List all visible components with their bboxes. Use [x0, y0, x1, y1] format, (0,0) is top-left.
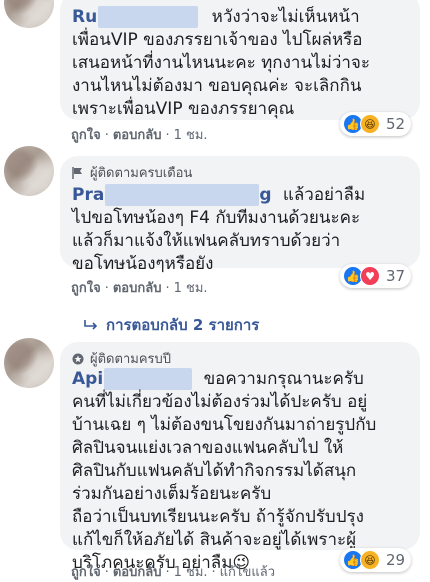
member-badge: ผู้ติดตามครบปี [72, 348, 171, 369]
reaction-count: 52 [386, 115, 406, 133]
comment-text: Pra g แล้วอย่าลืม ไปขอโทษน้องๆ F4 กับทีมง… [72, 184, 365, 276]
commenter-name[interactable]: Api [72, 369, 103, 389]
reply-link[interactable]: ตอบกลับ [113, 281, 162, 296]
comment-line: แล้วก็มาแจ้งให้แฟนคลับทราบด้วยว่า [72, 231, 341, 251]
like-link[interactable]: ถูกใจ [71, 565, 101, 580]
timestamp[interactable]: 1 ชม. [174, 128, 208, 143]
reaction-count: 37 [386, 267, 406, 285]
comment-text: Api ขอความกรุณานะครับ คนที่ไม่เกี่ยวข้อง… [72, 368, 376, 575]
reaction-summary[interactable]: 👍 😆 52 [340, 112, 412, 136]
commenter-avatar[interactable] [4, 338, 54, 388]
view-replies-link[interactable]: การตอบกลับ 2 รายการ [84, 313, 259, 337]
flag-icon [72, 166, 82, 179]
comment-text: Ru หวังว่าจะไม่เห็นหน้า เพื่อนVIP ของภรร… [72, 6, 370, 121]
member-badge: ผู้ติดตามครบเดือน [72, 162, 192, 183]
commenter-avatar[interactable] [4, 0, 54, 28]
commenter-name[interactable]: Pra [72, 185, 104, 205]
reaction-summary[interactable]: 👍 ♥ 37 [340, 264, 412, 288]
comment-bubble: ผู้ติดตามครบปี Api ขอความกรุณานะครับ คนท… [60, 342, 420, 573]
comment-bubble: Ru หวังว่าจะไม่เห็นหน้า เพื่อนVIP ของภรร… [60, 0, 420, 120]
timestamp[interactable]: 1 ชม. [174, 281, 208, 296]
comment-line: ศิลปินกับแฟนคลับได้ทำกิจกรรมได้สนุก [72, 461, 357, 481]
comment-line: แล้วอย่าลืม [282, 185, 366, 205]
reply-link[interactable]: ตอบกลับ [113, 128, 162, 143]
comment-line: คนที่ไม่เกี่ยวข้องไม่ต้องร่วมได้ปะครับ อ… [72, 392, 368, 412]
timestamp[interactable]: 1 ชม. [174, 565, 208, 580]
badge-label: ผู้ติดตามครบปี [90, 352, 171, 367]
comment-line: ขอความกรุณานะครับ [203, 369, 364, 389]
comment-line: เพื่อนVIP ของภรรยาเจ้าของ ไปโผล่หรือ [72, 30, 363, 50]
badge-label: ผู้ติดตามครบเดือน [90, 166, 193, 181]
commenter-name[interactable]: Ru [72, 7, 97, 27]
reply-link[interactable]: ตอบกลับ [113, 565, 162, 580]
comment-line: งานไหนไม่ต้องมา ขอบคุณค่ะ จะเลิกกิน [72, 76, 362, 96]
haha-reaction-icon: 😆 [360, 114, 380, 134]
star-badge-icon [72, 353, 84, 364]
reaction-summary[interactable]: 👍 😆 29 [340, 548, 412, 572]
comment-line: แก้ไขก็ให้อภัยได้ สินค้าจะอยู่ได้เพราะผู… [72, 530, 357, 550]
comment-bubble: ผู้ติดตามครบเดือน Pra g แล้วอย่าลืม ไปขอโ… [60, 156, 420, 274]
comment-line: ถือว่าเป็นบทเรียนนะครับ ถ้ารู้จักปรับปรุ… [72, 507, 364, 527]
reaction-count: 29 [386, 551, 406, 569]
comment-line: ไปขอโทษน้องๆ F4 กับทีมงานด้วยนะคะ [72, 208, 361, 228]
comment-line: เสนอหน้าที่งานไหนนะคะ ทุกงานไม่ว่าจะ [72, 53, 371, 73]
haha-reaction-icon: 😆 [360, 550, 380, 570]
redacted-name [104, 368, 193, 390]
comment-line: บ้านเฉย ๆ ไม่ต้องขนโขยงกันมาถ่ายรูปกับ [72, 415, 377, 435]
comment-line: ศิลปินจนแย่งเวลาของแฟนคลับไป ให้ [72, 438, 344, 458]
love-reaction-icon: ♥ [360, 266, 380, 286]
comment-line: ขอโทษน้องๆหรือยัง [72, 254, 214, 274]
commenter-name-tail: g [259, 185, 272, 205]
comment-line: เพราะเพื่อนVIP ของภรรยาคุณ [72, 99, 295, 119]
like-link[interactable]: ถูกใจ [71, 281, 101, 296]
redacted-name [98, 6, 199, 28]
replies-label[interactable]: การตอบกลับ 2 รายการ [106, 313, 259, 337]
comment-actions: ถูกใจ · ตอบกลับ · 1 ชม. [71, 128, 208, 143]
edited-label[interactable]: แก้ไขแล้ว [220, 565, 275, 580]
comment-actions: ถูกใจ · ตอบกลับ · 1 ชม. [71, 281, 208, 296]
comment-line: หวังว่าจะไม่เห็นหน้า [211, 7, 360, 27]
comment-line: ร่วมกันอย่างเต็มร้อยนะครับ [72, 484, 272, 504]
commenter-avatar[interactable] [4, 146, 54, 196]
redacted-name [105, 184, 260, 206]
reply-arrow-icon [84, 320, 98, 330]
like-link[interactable]: ถูกใจ [71, 128, 101, 143]
